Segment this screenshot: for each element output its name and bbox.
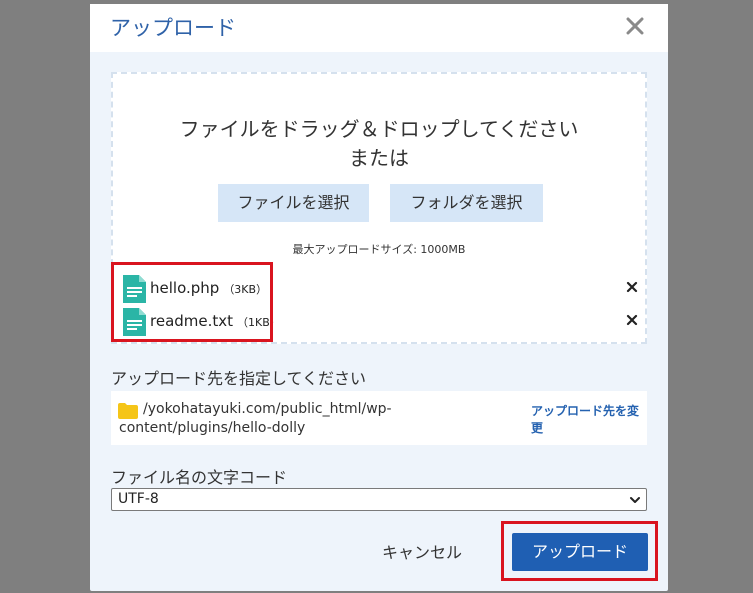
drop-or-text: または [349,146,409,170]
cancel-button[interactable]: キャンセル [382,539,482,563]
remove-file-icon[interactable] [625,313,639,327]
drop-zone[interactable]: ファイルをドラッグ＆ドロップしてください または ファイルを選択 フォルダを選択… [111,72,647,344]
file-list-item: hello.php （3KB） [123,273,639,303]
file-size: （3KB） [223,283,268,296]
file-icon [123,275,146,303]
change-destination-link[interactable]: アップロード先を変更 [531,403,643,437]
encoding-label: ファイル名の文字コード [111,468,288,487]
remove-file-icon[interactable] [625,280,639,294]
file-list-item: readme.txt （1KB） [123,306,639,336]
chevron-down-icon [630,497,640,503]
file-name: hello.php [150,279,220,297]
dialog-title: アップロード [110,16,236,40]
close-button[interactable] [622,13,648,39]
max-upload-size: 最大アップロードサイズ: 1000MB [292,243,466,256]
destination-path: /yokohatayuki.com/public_html/wp-content… [119,401,392,436]
upload-dialog: アップロード ファイルをドラッグ＆ドロップしてください または ファイルを選択 … [90,4,668,591]
select-folder-button[interactable]: フォルダを選択 [390,184,543,222]
destination-label: アップロード先を指定してください [111,369,367,388]
select-file-button[interactable]: ファイルを選択 [218,184,369,222]
destination-box: /yokohatayuki.com/public_html/wp-content… [111,391,647,445]
encoding-select[interactable]: UTF-8 [111,488,647,511]
drop-instruction: ファイルをドラッグ＆ドロップしてください [179,117,579,141]
encoding-selected-value: UTF-8 [118,491,159,507]
file-size: （1KB） [237,316,281,329]
dialog-header: アップロード [90,4,668,52]
upload-button[interactable]: アップロード [512,533,648,571]
file-name: readme.txt [150,312,234,330]
file-icon [123,308,146,336]
close-icon [626,17,644,35]
